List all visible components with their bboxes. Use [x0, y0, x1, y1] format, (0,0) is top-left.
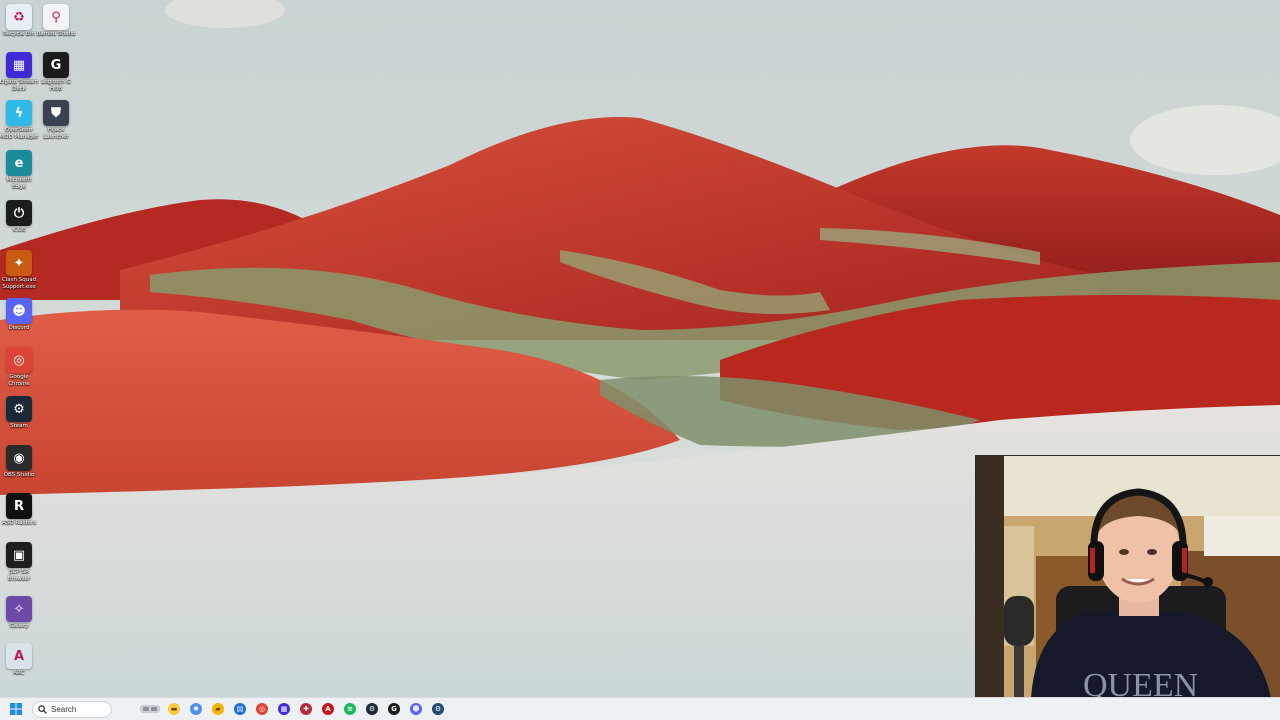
galaxy-icon: ✧ [6, 596, 32, 622]
desktop-icon[interactable]: ⛊ Hijack Launcher [37, 100, 75, 140]
icue-icon: ⏻ [6, 200, 32, 226]
desktop-icon[interactable]: ☻ Discord [0, 298, 38, 332]
desktop-icon-label: Galaxy [9, 623, 29, 629]
webcam-overlay: QUEEN [975, 455, 1280, 697]
desktop-icon-label: Hijack Launcher [43, 127, 69, 140]
raiders-icon: R [6, 493, 32, 519]
widgets-button[interactable] [138, 702, 162, 716]
desktop-icon-label: OBS Studio [3, 472, 35, 478]
desktop-icon[interactable]: A ARC [0, 643, 38, 677]
taskbar-app-button[interactable]: ▰ [208, 699, 228, 719]
desktop-icon[interactable]: ⏻ iCUE [0, 200, 38, 234]
desktop-icon-label: Elgato Stream Deck [0, 79, 39, 92]
taskbar-app-button[interactable]: G [384, 699, 404, 719]
shirt-text: QUEEN [1083, 667, 1198, 697]
desktop-icon-label: Google Chrome [8, 374, 30, 387]
steam-icon: ⚙ [6, 396, 32, 422]
discord-icon: ☻ [410, 703, 422, 715]
steam-alt-icon: ⚙ [432, 703, 444, 715]
clash-squad-icon: ✦ [6, 250, 32, 276]
stream-deck-icon: ▦ [6, 52, 32, 78]
start-button[interactable] [6, 699, 26, 719]
copilot-icon: ✸ [190, 703, 202, 715]
discord-icon: ☻ [6, 298, 32, 324]
store-icon: ▤ [234, 703, 246, 715]
desktop-icon[interactable]: ▣ SCP:SR Browser [0, 542, 38, 582]
taskbar-app-button[interactable]: A [318, 699, 338, 719]
taskbar-app-button[interactable]: ◎ [252, 699, 272, 719]
desktop-icon-label: Steam [10, 423, 28, 429]
desktop-icon[interactable]: G Logitech G HUB [37, 52, 75, 92]
logitech-g-icon: G [388, 703, 400, 715]
desktop-icon[interactable]: e Microsoft Edge [0, 150, 38, 190]
windows-logo-icon [10, 703, 22, 715]
taskbar-app-button[interactable]: ▤ [230, 699, 250, 719]
stream-deck-icon: ▦ [278, 703, 290, 715]
recycle-bin-icon: ♻ [6, 4, 32, 30]
desktop-icon-label: ARC [13, 670, 25, 676]
desktop-icon-label: OverSeerr MOD Manager [0, 127, 39, 140]
desktop-icon[interactable]: ✧ Galaxy [0, 596, 38, 630]
obs-icon: ◉ [6, 445, 32, 471]
desktop-icon[interactable]: ⚲ Bambu Studio [37, 4, 75, 38]
desktop-icon[interactable]: ▦ Elgato Stream Deck [0, 52, 39, 92]
chrome-icon: ◎ [256, 703, 268, 715]
taskbar-app-button[interactable]: ☻ [406, 699, 426, 719]
taskbar-app-button[interactable]: ✚ [296, 699, 316, 719]
webcam-feed-image: QUEEN [976, 456, 1280, 697]
shield-icon: ⛊ [43, 100, 69, 126]
taskbar: Search ▬ ✸ ▰ ▤ ◎ ▦ ✚ A ≋ ⚙ G ☻ ⚙ [0, 697, 1280, 720]
desktop-icon[interactable]: ⚙ Steam [0, 396, 38, 430]
taskbar-app-button[interactable]: ⚙ [362, 699, 382, 719]
chrome-icon: ◎ [6, 347, 32, 373]
taskbar-app-button[interactable]: ▬ [164, 699, 184, 719]
desktop-icon-label: ASO Raiders [2, 520, 36, 526]
desktop-icon[interactable]: ϟ OverSeerr MOD Manager [0, 100, 39, 140]
desktop-icon[interactable]: ✦ Clash Squad Support.exe [0, 250, 38, 290]
overwolf-icon: ϟ [6, 100, 32, 126]
taskbar-app-button[interactable]: ⚙ [428, 699, 448, 719]
desktop-icon[interactable]: ◉ OBS Studio [0, 445, 38, 479]
search-icon [38, 704, 47, 714]
weather-widget-icon [140, 705, 160, 713]
desktop-icon-label: Bambu Studio [36, 31, 76, 37]
file-explorer-icon: ▬ [168, 703, 180, 715]
desktop-icon-label: Microsoft Edge [6, 177, 32, 190]
desktop-icon-label: Logitech G HUB [41, 79, 71, 92]
scp-icon: ▣ [6, 542, 32, 568]
desktop-icon-label: Clash Squad Support.exe [1, 277, 37, 290]
desktop-icon[interactable]: R ASO Raiders [0, 493, 38, 527]
desktop-icon[interactable]: ♻ Recycle Bin [0, 4, 38, 38]
logitech-g-icon: G [43, 52, 69, 78]
edge-icon: e [6, 150, 32, 176]
app-red-icon: ✚ [300, 703, 312, 715]
search-placeholder: Search [51, 704, 77, 714]
taskbar-search-box[interactable]: Search [32, 700, 112, 718]
desktop-icon-label: iCUE [12, 227, 26, 233]
desktop-icon-label: Discord [8, 325, 30, 331]
spotify-icon: ≋ [344, 703, 356, 715]
location-pin-icon: ⚲ [43, 4, 69, 30]
taskbar-app-button[interactable]: ✸ [186, 699, 206, 719]
taskbar-app-button[interactable]: ≋ [340, 699, 360, 719]
desktop-icon[interactable]: ◎ Google Chrome [0, 347, 38, 387]
steam-icon: ⚙ [366, 703, 378, 715]
desktop-icon-label: Recycle Bin [3, 31, 35, 37]
desktop-icon-label: SCP:SR Browser [7, 569, 31, 582]
taskbar-pinned-apps: ▬ ✸ ▰ ▤ ◎ ▦ ✚ A ≋ ⚙ G ☻ ⚙ [162, 699, 448, 719]
folder-icon: ▰ [212, 703, 224, 715]
adobe-icon: A [322, 703, 334, 715]
taskbar-app-button[interactable]: ▦ [274, 699, 294, 719]
arc-icon: A [6, 643, 32, 669]
